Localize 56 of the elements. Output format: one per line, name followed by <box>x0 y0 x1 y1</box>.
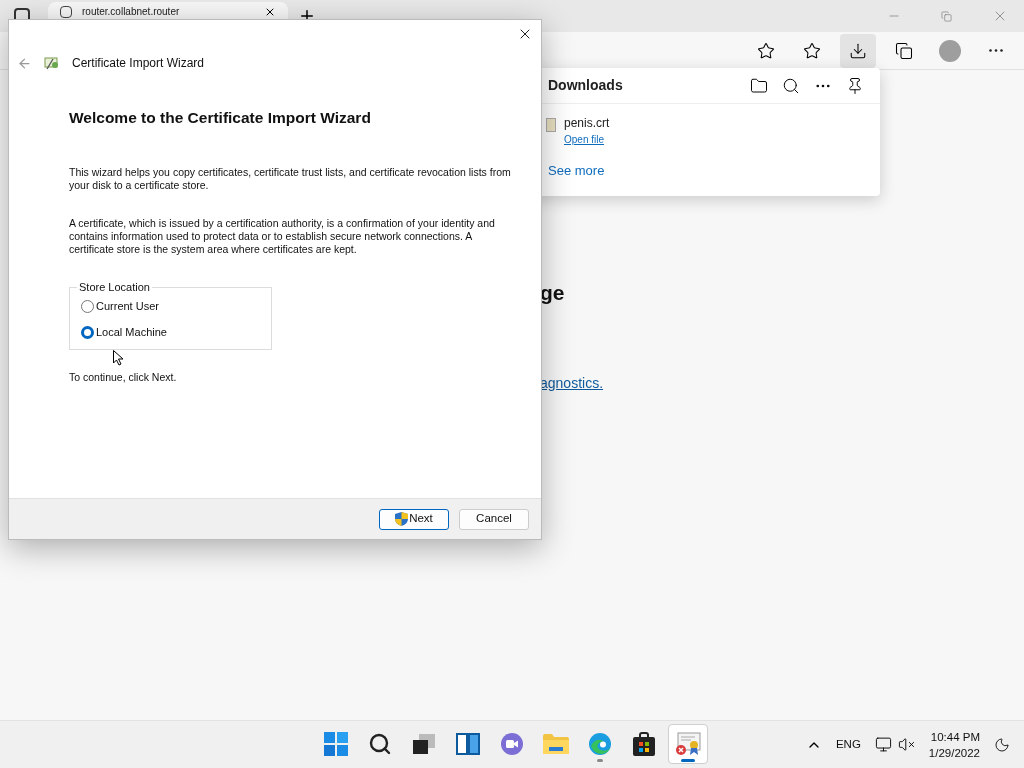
network-icon[interactable] <box>874 736 892 753</box>
download-item[interactable]: penis.crt Open file <box>500 104 880 147</box>
browser-logo-icon <box>588 732 612 756</box>
favorites-icon <box>803 41 821 60</box>
widgets-icon <box>456 733 480 755</box>
moon-icon[interactable] <box>994 736 1010 753</box>
language-indicator[interactable]: ENG <box>835 735 861 754</box>
next-button[interactable]: Next <box>379 508 449 530</box>
dialog-title: Certificate Import Wizard <box>72 55 205 72</box>
page-icon <box>60 6 72 18</box>
pin-icon[interactable] <box>846 76 864 95</box>
download-icon <box>849 41 867 60</box>
avatar-icon <box>939 39 961 62</box>
diagnostics-link[interactable]: agnostics. <box>540 373 1024 394</box>
description-text: This wizard helps you copy certificates, certificate trust lists, and certificate revocation lists from your disk to a certificate store. <box>69 166 511 193</box>
folder-icon[interactable] <box>750 76 768 95</box>
chat-icon <box>500 732 524 756</box>
radio-selected[interactable] <box>81 326 94 339</box>
downloads-title: Downloads <box>548 76 624 95</box>
task-view-icon <box>413 734 435 754</box>
time-text: 10:44 PM <box>930 729 980 745</box>
open-file-link[interactable]: Open file <box>564 132 610 147</box>
date-text: 1/29/2022 <box>928 745 980 761</box>
radio-unselected[interactable] <box>81 299 94 313</box>
volume-muted-icon[interactable] <box>897 736 915 753</box>
folder-icon <box>543 733 569 755</box>
cancel-button[interactable]: Cancel <box>459 508 529 530</box>
more-icon <box>989 49 1003 52</box>
search-icon <box>368 732 392 756</box>
clock[interactable]: 10:44 PM 1/29/2022 <box>928 728 980 761</box>
certificate-icon <box>675 732 701 756</box>
radio-option[interactable]: Local Machine <box>81 324 271 341</box>
collections-icon <box>895 41 913 60</box>
page-heading: ge <box>540 282 566 303</box>
close-icon[interactable] <box>264 6 276 18</box>
search-icon[interactable] <box>782 76 800 95</box>
running-indicator <box>597 759 603 762</box>
wizard-heading: Welcome to the Certificate Import Wizard <box>69 108 372 128</box>
mouse-cursor-icon <box>113 350 124 366</box>
file-name: penis.crt <box>564 115 610 132</box>
tab-title: router.collabnet.router <box>82 6 181 18</box>
download-button[interactable] <box>840 33 876 68</box>
favorite-add-icon <box>757 41 775 60</box>
active-indicator <box>681 759 695 762</box>
continue-text: To continue, click Next. <box>69 369 178 385</box>
shopping-bag-icon <box>633 732 655 756</box>
windows-logo-icon <box>324 732 348 756</box>
description-text: A certificate, which is issued by a certification authority, is a confirmation of your identity and contains information used to protect data or to establish secure network connections. A certificate store is the system area where certificates are kept. <box>69 217 496 257</box>
see-more-link[interactable]: See more <box>548 161 880 181</box>
certificate-wizard-icon <box>44 55 60 71</box>
shield-icon <box>395 512 409 526</box>
certificate-file-icon <box>546 118 556 132</box>
back-arrow-icon[interactable] <box>17 55 32 71</box>
radio-option[interactable]: Current User <box>81 297 271 315</box>
group-legend: Store Location <box>77 279 152 296</box>
certificate-taskbar-button[interactable] <box>668 724 708 764</box>
